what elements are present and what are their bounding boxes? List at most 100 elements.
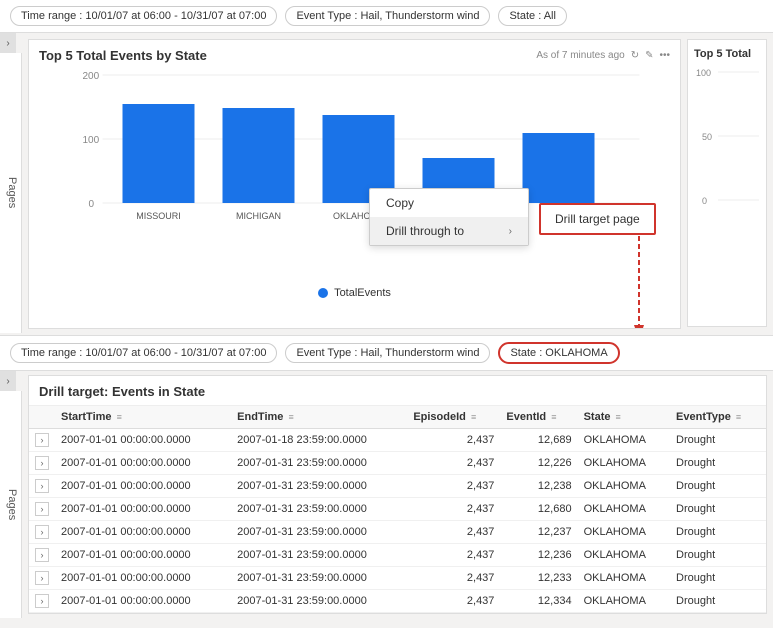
- col-episode-id[interactable]: EpisodeId ≡: [407, 406, 500, 429]
- col-event-type[interactable]: EventType ≡: [670, 406, 766, 429]
- table-row: › 2007-01-01 00:00:00.0000 2007-01-31 23…: [29, 590, 766, 613]
- refresh-icon[interactable]: ↻: [631, 50, 639, 61]
- cell-event-id: 12,680: [500, 498, 577, 521]
- expand-cell[interactable]: ›: [29, 429, 55, 452]
- svg-text:MICHIGAN: MICHIGAN: [236, 211, 281, 221]
- cell-start-time: 2007-01-01 00:00:00.0000: [55, 429, 231, 452]
- expand-cell[interactable]: ›: [29, 567, 55, 590]
- cell-end-time: 2007-01-31 23:59:00.0000: [231, 498, 407, 521]
- cell-end-time: 2007-01-31 23:59:00.0000: [231, 567, 407, 590]
- sort-icon-starttime[interactable]: ≡: [117, 412, 122, 422]
- sort-icon-endtime[interactable]: ≡: [288, 412, 293, 422]
- cell-start-time: 2007-01-01 00:00:00.0000: [55, 590, 231, 613]
- svg-text:0: 0: [89, 199, 95, 210]
- bar-kansas[interactable]: [523, 133, 595, 203]
- event-type-pill[interactable]: Event Type : Hail, Thunderstorm wind: [285, 6, 490, 26]
- cell-episode-id: 2,437: [407, 521, 500, 544]
- context-menu-copy[interactable]: Copy: [370, 189, 528, 217]
- cell-end-time: 2007-01-31 23:59:00.0000: [231, 475, 407, 498]
- svg-text:200: 200: [83, 71, 100, 82]
- table-body: › 2007-01-01 00:00:00.0000 2007-01-18 23…: [29, 429, 766, 613]
- event-type-pill-2[interactable]: Event Type : Hail, Thunderstorm wind: [285, 343, 490, 363]
- cell-end-time: 2007-01-31 23:59:00.0000: [231, 590, 407, 613]
- state-pill-oklahoma[interactable]: State : OKLAHOMA: [498, 342, 619, 364]
- table-row: › 2007-01-01 00:00:00.0000 2007-01-31 23…: [29, 567, 766, 590]
- cell-episode-id: 2,437: [407, 544, 500, 567]
- col-event-id[interactable]: EventId ≡: [500, 406, 577, 429]
- pages-nav-arrow[interactable]: ›: [0, 33, 16, 53]
- expand-cell[interactable]: ›: [29, 498, 55, 521]
- sort-icon-eventtype[interactable]: ≡: [736, 412, 741, 422]
- expand-cell[interactable]: ›: [29, 452, 55, 475]
- cell-end-time: 2007-01-18 23:59:00.0000: [231, 429, 407, 452]
- cell-start-time: 2007-01-01 00:00:00.0000: [55, 567, 231, 590]
- cell-event-type: Drought: [670, 567, 766, 590]
- cell-start-time: 2007-01-01 00:00:00.0000: [55, 521, 231, 544]
- sort-icon-state[interactable]: ≡: [616, 412, 621, 422]
- sort-icon-episodeid[interactable]: ≡: [471, 412, 476, 422]
- cell-state: OKLAHOMA: [578, 521, 670, 544]
- cell-event-type: Drought: [670, 544, 766, 567]
- cell-event-type: Drought: [670, 475, 766, 498]
- col-state[interactable]: State ≡: [578, 406, 670, 429]
- legend-dot: [318, 288, 328, 298]
- expand-cell[interactable]: ›: [29, 521, 55, 544]
- col-end-time[interactable]: EndTime ≡: [231, 406, 407, 429]
- right-panel: Top 5 Total 100 50 0: [687, 39, 767, 327]
- legend-label: TotalEvents: [334, 287, 391, 299]
- expand-cell[interactable]: ›: [29, 544, 55, 567]
- chevron-right-icon: ›: [509, 226, 512, 237]
- cell-episode-id: 2,437: [407, 452, 500, 475]
- drill-target-box[interactable]: Drill target page: [539, 203, 656, 235]
- state-pill[interactable]: State : All: [498, 6, 566, 26]
- time-range-pill[interactable]: Time range : 10/01/07 at 06:00 - 10/31/0…: [10, 6, 277, 26]
- more-icon[interactable]: •••: [659, 50, 670, 61]
- right-panel-title: Top 5 Total: [688, 40, 766, 64]
- table-row: › 2007-01-01 00:00:00.0000 2007-01-31 23…: [29, 475, 766, 498]
- table-row: › 2007-01-01 00:00:00.0000 2007-01-31 23…: [29, 521, 766, 544]
- cell-start-time: 2007-01-01 00:00:00.0000: [55, 452, 231, 475]
- copy-label: Copy: [386, 196, 414, 210]
- svg-text:MISSOURI: MISSOURI: [136, 211, 181, 221]
- table-row: › 2007-01-01 00:00:00.0000 2007-01-31 23…: [29, 452, 766, 475]
- expand-cell[interactable]: ›: [29, 475, 55, 498]
- col-start-time[interactable]: StartTime ≡: [55, 406, 231, 429]
- cell-state: OKLAHOMA: [578, 452, 670, 475]
- svg-text:100: 100: [83, 135, 100, 146]
- chart-panel-top: Top 5 Total Events by State As of 7 minu…: [28, 39, 681, 329]
- chart-legend: TotalEvents: [29, 287, 680, 305]
- cell-event-type: Drought: [670, 498, 766, 521]
- context-menu-drill-through[interactable]: Drill through to ›: [370, 217, 528, 245]
- expand-btn[interactable]: ›: [35, 502, 49, 516]
- bar-missouri[interactable]: [123, 104, 195, 203]
- upper-section: › Pages Top 5 Total Events by State As o…: [0, 33, 773, 333]
- top-filter-bar: Time range : 10/01/07 at 06:00 - 10/31/0…: [0, 0, 773, 33]
- expand-btn[interactable]: ›: [35, 594, 49, 608]
- expand-btn[interactable]: ›: [35, 433, 49, 447]
- chart-header: Top 5 Total Events by State As of 7 minu…: [29, 40, 680, 67]
- cell-event-id: 12,236: [500, 544, 577, 567]
- expand-cell[interactable]: ›: [29, 590, 55, 613]
- context-menu: Copy Drill through to ›: [369, 188, 529, 246]
- pages-label: Pages: [0, 53, 22, 333]
- time-range-pill-2[interactable]: Time range : 10/01/07 at 06:00 - 10/31/0…: [10, 343, 277, 363]
- table-row: › 2007-01-01 00:00:00.0000 2007-01-31 23…: [29, 498, 766, 521]
- cell-event-id: 12,334: [500, 590, 577, 613]
- cell-event-type: Drought: [670, 452, 766, 475]
- edit-icon[interactable]: ✎: [645, 50, 653, 61]
- expand-btn[interactable]: ›: [35, 456, 49, 470]
- cell-episode-id: 2,437: [407, 590, 500, 613]
- svg-text:0: 0: [702, 196, 707, 206]
- bar-michigan[interactable]: [223, 108, 295, 203]
- cell-event-type: Drought: [670, 429, 766, 452]
- drill-arrow: [609, 220, 669, 329]
- cell-start-time: 2007-01-01 00:00:00.0000: [55, 498, 231, 521]
- expand-btn[interactable]: ›: [35, 548, 49, 562]
- sort-icon-eventid[interactable]: ≡: [551, 412, 556, 422]
- expand-btn[interactable]: ›: [35, 479, 49, 493]
- expand-btn[interactable]: ›: [35, 571, 49, 585]
- pages-nav-arrow-bottom[interactable]: ›: [0, 371, 16, 391]
- expand-col-header: [29, 406, 55, 429]
- svg-text:100: 100: [696, 68, 711, 78]
- expand-btn[interactable]: ›: [35, 525, 49, 539]
